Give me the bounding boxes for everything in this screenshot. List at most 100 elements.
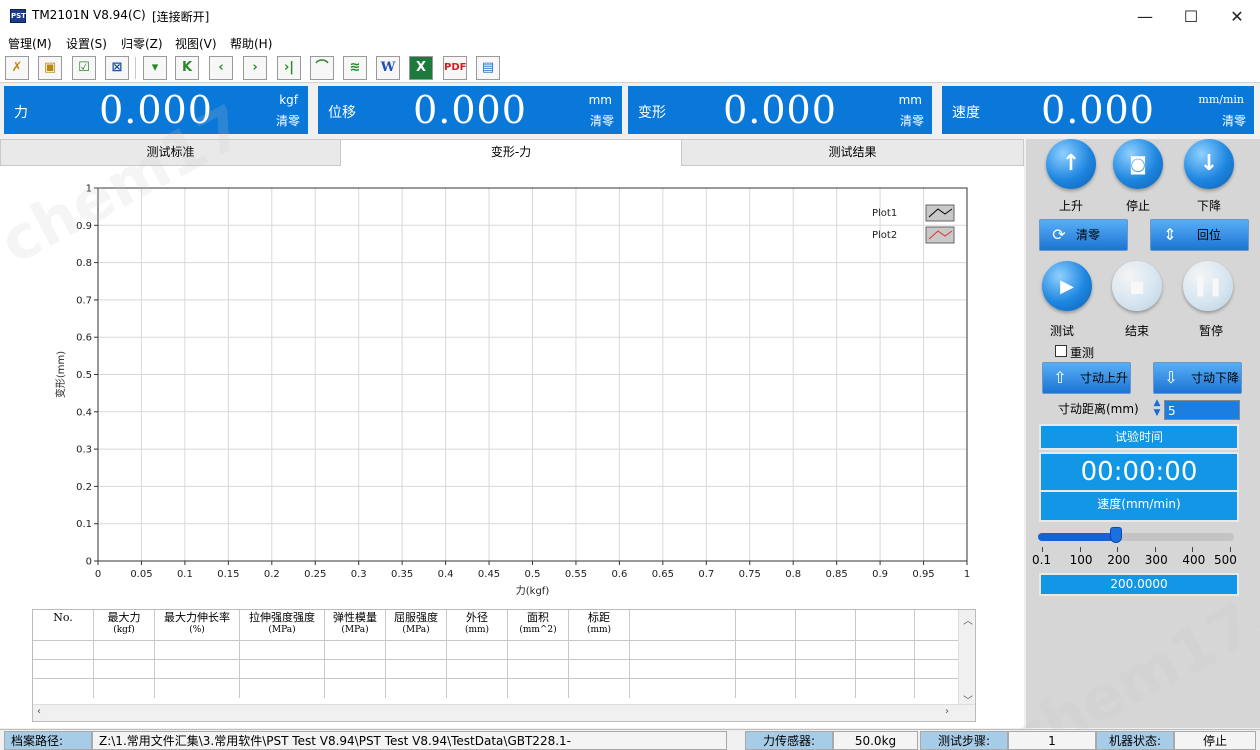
menu-manage[interactable]: 管理(M) xyxy=(8,35,52,52)
table-horizontal-scrollbar[interactable]: ‹ › xyxy=(33,704,975,721)
first-icon[interactable]: K xyxy=(175,56,199,80)
excel-export-icon[interactable]: X xyxy=(409,56,433,80)
legend-label: Plot1 xyxy=(872,208,897,219)
curve-icon[interactable]: ⌒ xyxy=(310,56,334,80)
report-icon[interactable]: ☑ xyxy=(72,56,96,80)
jog-up-button[interactable]: ⇧ 寸动上升 xyxy=(1042,362,1131,394)
menu-view[interactable]: 视图(V) xyxy=(175,35,217,52)
table-column-header[interactable]: 最大力伸长率 (%) xyxy=(155,610,240,640)
jog-distance-input[interactable]: 5 xyxy=(1164,400,1240,420)
return-button[interactable]: ⇕ 回位 xyxy=(1150,219,1249,251)
close-button[interactable]: ✕ xyxy=(1214,0,1260,33)
column-name: 最大力 xyxy=(107,611,141,624)
deformation-zero-button[interactable]: 清零 xyxy=(900,112,924,129)
table-cell xyxy=(240,679,325,698)
table-column-header[interactable]: 面积 (mm^2) xyxy=(508,610,569,640)
retest-checkbox[interactable] xyxy=(1055,345,1067,357)
column-name: 弹性模量 xyxy=(333,611,377,624)
table-cell xyxy=(796,660,856,679)
step-label: 测试步骤: xyxy=(920,731,1008,750)
return-button-label: 回位 xyxy=(1197,228,1222,242)
open-folder-icon[interactable]: ▣ xyxy=(38,56,62,80)
table-column-header[interactable]: 外径 (mm) xyxy=(447,610,508,640)
word-export-icon[interactable]: W xyxy=(376,56,400,80)
table-column-header[interactable]: 最大力 (kgf) xyxy=(94,610,155,640)
speed-zero-button[interactable]: 清零 xyxy=(1222,112,1246,129)
column-unit: (%) xyxy=(189,625,205,635)
tab-test-standard[interactable]: 测试标准 xyxy=(0,139,341,166)
menu-help[interactable]: 帮助(H) xyxy=(230,35,272,52)
table-vertical-scrollbar[interactable]: ︿ ﹀ xyxy=(958,610,975,707)
jog-distance-spinner[interactable]: ▲ ▼ xyxy=(1151,398,1163,420)
menu-zero[interactable]: 归零(Z) xyxy=(121,35,163,52)
sensor-label: 力传感器: xyxy=(745,731,833,750)
end-button[interactable]: ■ xyxy=(1112,261,1162,311)
table-column-header[interactable] xyxy=(796,610,856,640)
table-cell xyxy=(508,660,569,679)
tab-deformation-force[interactable]: 变形-力 xyxy=(340,139,682,167)
column-name: 最大力伸长率 xyxy=(164,611,230,624)
tools-icon[interactable]: ✗ xyxy=(5,56,29,80)
column-unit: (MPa) xyxy=(402,625,430,635)
computer-icon[interactable]: ▤ xyxy=(476,56,500,80)
table-column-header[interactable]: 屈服强度 (MPa) xyxy=(386,610,447,640)
speed-slider-thumb[interactable] xyxy=(1110,527,1123,543)
scroll-left-icon[interactable]: ‹ xyxy=(37,706,41,717)
speed-setting-value: 200.0000 xyxy=(1039,573,1239,596)
next-icon[interactable]: › xyxy=(243,56,267,80)
column-unit: (mm^2) xyxy=(519,625,557,635)
pause-label: 暂停 xyxy=(1198,324,1223,338)
table-cell xyxy=(447,641,508,660)
stop-button[interactable]: ◙ xyxy=(1113,139,1163,189)
y-tick-label: 0.3 xyxy=(76,445,92,456)
table-row[interactable] xyxy=(33,640,959,660)
table-column-header[interactable]: No. xyxy=(33,610,94,640)
displacement-zero-button[interactable]: 清零 xyxy=(590,112,614,129)
test-button[interactable]: ▶ xyxy=(1042,261,1092,311)
table-column-header[interactable] xyxy=(736,610,796,640)
exit-icon[interactable]: ⊠ xyxy=(105,56,129,80)
jog-up-label: 寸动上升 xyxy=(1080,371,1129,385)
prev-icon[interactable]: ‹ xyxy=(209,56,233,80)
force-zero-button[interactable]: 清零 xyxy=(276,112,300,129)
path-value: Z:\1.常用文件汇集\3.常用软件\PST Test V8.94\PST Te… xyxy=(92,731,727,750)
table-row[interactable] xyxy=(33,678,959,698)
table-column-header[interactable]: 拉伸强度强度 (MPa) xyxy=(240,610,325,640)
table-column-header[interactable] xyxy=(630,610,736,640)
deformation-value: 0.000 xyxy=(723,88,837,132)
legend-swatch xyxy=(925,226,955,244)
y-tick-label: 0.1 xyxy=(76,519,92,530)
pause-button[interactable]: ❚❚ xyxy=(1183,261,1233,311)
x-tick-label: 0.5 xyxy=(525,569,541,580)
pdf-export-icon[interactable]: PDF xyxy=(443,56,467,80)
pause-icon: ❚❚ xyxy=(1192,276,1224,297)
minimize-button[interactable]: — xyxy=(1122,0,1168,33)
displacement-unit: mm xyxy=(588,93,612,107)
down-button[interactable]: ↓ xyxy=(1184,139,1234,189)
zero-button[interactable]: ⟳ 清零 xyxy=(1039,219,1128,251)
last-icon[interactable]: ›| xyxy=(277,56,301,80)
column-name: 面积 xyxy=(527,611,549,624)
scroll-up-icon[interactable]: ︿ xyxy=(963,612,973,627)
table-row[interactable] xyxy=(33,659,959,679)
table-cell xyxy=(508,679,569,698)
scroll-right-icon[interactable]: › xyxy=(945,706,949,717)
jog-down-button[interactable]: ⇩ 寸动下降 xyxy=(1153,362,1242,394)
menu-settings[interactable]: 设置(S) xyxy=(66,35,107,52)
delete-icon[interactable]: ▾ xyxy=(143,56,167,80)
table-cell xyxy=(94,660,155,679)
speed-scale-tick xyxy=(1154,547,1156,552)
tab-test-results[interactable]: 测试结果 xyxy=(681,139,1024,166)
up-label: 上升 xyxy=(1058,199,1083,213)
table-cell xyxy=(856,641,915,660)
maximize-button[interactable]: ☐ xyxy=(1168,0,1214,33)
speed-scale-label: 200 xyxy=(1107,553,1131,567)
multi-curve-icon[interactable]: ≋ xyxy=(343,56,367,80)
up-button[interactable]: ↑ xyxy=(1046,139,1096,189)
table-column-header[interactable]: 标距 (mm) xyxy=(569,610,630,640)
table-column-header[interactable] xyxy=(856,610,915,640)
deformation-force-chart: 0 0.05 0.1 0.15 0.2 0.25 0.3 0.35 0.4 0.45 0.5 0.55… xyxy=(54,184,970,598)
speed-slider-track[interactable] xyxy=(1038,533,1234,541)
title-bar: PST TM2101N V8.94(C) [连接断开] — ☐ ✕ xyxy=(0,0,1260,33)
table-column-header[interactable]: 弹性模量 (MPa) xyxy=(325,610,386,640)
